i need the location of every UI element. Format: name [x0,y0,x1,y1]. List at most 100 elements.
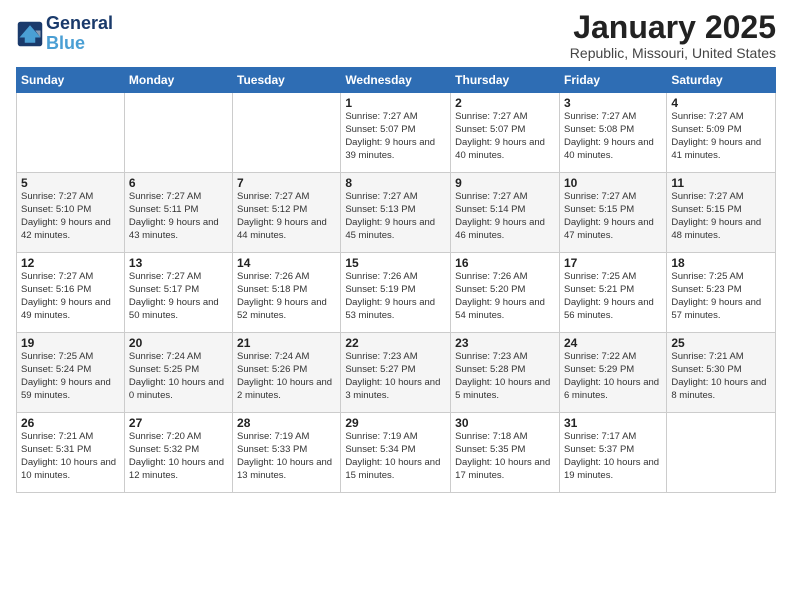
day-info: Sunrise: 7:25 AM Sunset: 5:21 PM Dayligh… [564,271,662,322]
day-info: Sunrise: 7:27 AM Sunset: 5:08 PM Dayligh… [564,111,662,162]
day-number: 11 [671,176,771,190]
calendar-cell: 9Sunrise: 7:27 AM Sunset: 5:14 PM Daylig… [451,173,560,253]
day-info: Sunrise: 7:27 AM Sunset: 5:17 PM Dayligh… [129,271,228,322]
logo-line1: General [46,14,113,34]
day-number: 20 [129,336,228,350]
day-info: Sunrise: 7:27 AM Sunset: 5:11 PM Dayligh… [129,191,228,242]
day-number: 24 [564,336,662,350]
calendar-cell: 29Sunrise: 7:19 AM Sunset: 5:34 PM Dayli… [341,413,451,493]
day-info: Sunrise: 7:21 AM Sunset: 5:31 PM Dayligh… [21,431,120,482]
day-number: 17 [564,256,662,270]
calendar-cell: 2Sunrise: 7:27 AM Sunset: 5:07 PM Daylig… [451,93,560,173]
week-row-5: 26Sunrise: 7:21 AM Sunset: 5:31 PM Dayli… [17,413,776,493]
weekday-header-monday: Monday [124,68,232,93]
calendar-cell: 30Sunrise: 7:18 AM Sunset: 5:35 PM Dayli… [451,413,560,493]
calendar-cell: 18Sunrise: 7:25 AM Sunset: 5:23 PM Dayli… [667,253,776,333]
month-title: January 2025 [570,10,776,45]
calendar-cell: 23Sunrise: 7:23 AM Sunset: 5:28 PM Dayli… [451,333,560,413]
day-info: Sunrise: 7:26 AM Sunset: 5:19 PM Dayligh… [345,271,446,322]
day-number: 16 [455,256,555,270]
day-number: 7 [237,176,336,190]
calendar-cell: 25Sunrise: 7:21 AM Sunset: 5:30 PM Dayli… [667,333,776,413]
calendar-cell: 31Sunrise: 7:17 AM Sunset: 5:37 PM Dayli… [559,413,666,493]
calendar-cell: 5Sunrise: 7:27 AM Sunset: 5:10 PM Daylig… [17,173,125,253]
calendar-cell: 7Sunrise: 7:27 AM Sunset: 5:12 PM Daylig… [233,173,341,253]
calendar-cell: 27Sunrise: 7:20 AM Sunset: 5:32 PM Dayli… [124,413,232,493]
day-info: Sunrise: 7:27 AM Sunset: 5:10 PM Dayligh… [21,191,120,242]
calendar-table: SundayMondayTuesdayWednesdayThursdayFrid… [16,67,776,493]
calendar-cell: 28Sunrise: 7:19 AM Sunset: 5:33 PM Dayli… [233,413,341,493]
logo-line2: Blue [46,33,85,53]
calendar-cell: 16Sunrise: 7:26 AM Sunset: 5:20 PM Dayli… [451,253,560,333]
calendar-cell [667,413,776,493]
calendar-cell: 11Sunrise: 7:27 AM Sunset: 5:15 PM Dayli… [667,173,776,253]
calendar-cell: 20Sunrise: 7:24 AM Sunset: 5:25 PM Dayli… [124,333,232,413]
weekday-header-thursday: Thursday [451,68,560,93]
weekday-header-row: SundayMondayTuesdayWednesdayThursdayFrid… [17,68,776,93]
day-number: 23 [455,336,555,350]
day-info: Sunrise: 7:23 AM Sunset: 5:28 PM Dayligh… [455,351,555,402]
day-number: 15 [345,256,446,270]
calendar-cell: 14Sunrise: 7:26 AM Sunset: 5:18 PM Dayli… [233,253,341,333]
day-info: Sunrise: 7:23 AM Sunset: 5:27 PM Dayligh… [345,351,446,402]
page-container: General Blue January 2025 Republic, Miss… [0,0,792,503]
week-row-2: 5Sunrise: 7:27 AM Sunset: 5:10 PM Daylig… [17,173,776,253]
day-info: Sunrise: 7:21 AM Sunset: 5:30 PM Dayligh… [671,351,771,402]
calendar-cell: 21Sunrise: 7:24 AM Sunset: 5:26 PM Dayli… [233,333,341,413]
calendar-cell [233,93,341,173]
calendar-cell: 26Sunrise: 7:21 AM Sunset: 5:31 PM Dayli… [17,413,125,493]
day-info: Sunrise: 7:27 AM Sunset: 5:12 PM Dayligh… [237,191,336,242]
day-number: 28 [237,416,336,430]
day-info: Sunrise: 7:24 AM Sunset: 5:25 PM Dayligh… [129,351,228,402]
calendar-cell: 6Sunrise: 7:27 AM Sunset: 5:11 PM Daylig… [124,173,232,253]
day-info: Sunrise: 7:27 AM Sunset: 5:09 PM Dayligh… [671,111,771,162]
calendar-cell: 3Sunrise: 7:27 AM Sunset: 5:08 PM Daylig… [559,93,666,173]
weekday-header-saturday: Saturday [667,68,776,93]
week-row-4: 19Sunrise: 7:25 AM Sunset: 5:24 PM Dayli… [17,333,776,413]
day-number: 31 [564,416,662,430]
day-info: Sunrise: 7:17 AM Sunset: 5:37 PM Dayligh… [564,431,662,482]
calendar-cell [124,93,232,173]
calendar-cell: 8Sunrise: 7:27 AM Sunset: 5:13 PM Daylig… [341,173,451,253]
calendar-cell: 13Sunrise: 7:27 AM Sunset: 5:17 PM Dayli… [124,253,232,333]
day-number: 8 [345,176,446,190]
day-info: Sunrise: 7:27 AM Sunset: 5:07 PM Dayligh… [455,111,555,162]
day-info: Sunrise: 7:18 AM Sunset: 5:35 PM Dayligh… [455,431,555,482]
day-number: 5 [21,176,120,190]
day-number: 13 [129,256,228,270]
day-info: Sunrise: 7:19 AM Sunset: 5:34 PM Dayligh… [345,431,446,482]
weekday-header-sunday: Sunday [17,68,125,93]
day-info: Sunrise: 7:27 AM Sunset: 5:15 PM Dayligh… [671,191,771,242]
weekday-header-friday: Friday [559,68,666,93]
day-number: 19 [21,336,120,350]
day-info: Sunrise: 7:27 AM Sunset: 5:07 PM Dayligh… [345,111,446,162]
day-number: 22 [345,336,446,350]
calendar-cell: 4Sunrise: 7:27 AM Sunset: 5:09 PM Daylig… [667,93,776,173]
day-number: 2 [455,96,555,110]
day-number: 18 [671,256,771,270]
day-number: 6 [129,176,228,190]
day-info: Sunrise: 7:26 AM Sunset: 5:18 PM Dayligh… [237,271,336,322]
location-subtitle: Republic, Missouri, United States [570,45,776,61]
title-area: January 2025 Republic, Missouri, United … [570,10,776,61]
calendar-cell: 24Sunrise: 7:22 AM Sunset: 5:29 PM Dayli… [559,333,666,413]
day-info: Sunrise: 7:27 AM Sunset: 5:16 PM Dayligh… [21,271,120,322]
week-row-1: 1Sunrise: 7:27 AM Sunset: 5:07 PM Daylig… [17,93,776,173]
calendar-cell: 19Sunrise: 7:25 AM Sunset: 5:24 PM Dayli… [17,333,125,413]
day-number: 30 [455,416,555,430]
logo: General Blue [16,14,113,54]
calendar-cell [17,93,125,173]
day-number: 26 [21,416,120,430]
weekday-header-tuesday: Tuesday [233,68,341,93]
day-number: 29 [345,416,446,430]
day-info: Sunrise: 7:19 AM Sunset: 5:33 PM Dayligh… [237,431,336,482]
calendar-cell: 17Sunrise: 7:25 AM Sunset: 5:21 PM Dayli… [559,253,666,333]
logo-icon [16,20,44,48]
day-number: 4 [671,96,771,110]
week-row-3: 12Sunrise: 7:27 AM Sunset: 5:16 PM Dayli… [17,253,776,333]
day-info: Sunrise: 7:22 AM Sunset: 5:29 PM Dayligh… [564,351,662,402]
calendar-cell: 12Sunrise: 7:27 AM Sunset: 5:16 PM Dayli… [17,253,125,333]
day-info: Sunrise: 7:25 AM Sunset: 5:23 PM Dayligh… [671,271,771,322]
day-number: 25 [671,336,771,350]
day-info: Sunrise: 7:25 AM Sunset: 5:24 PM Dayligh… [21,351,120,402]
